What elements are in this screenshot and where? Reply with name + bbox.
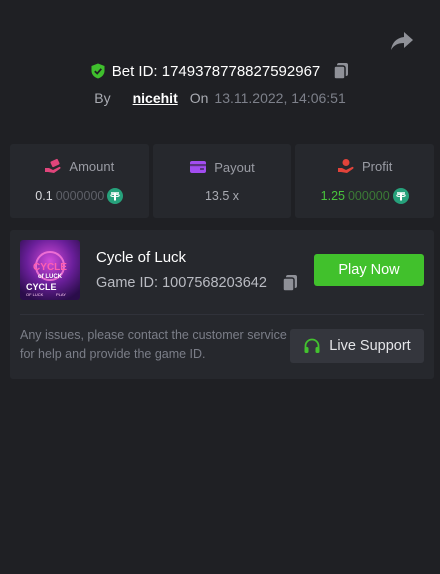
live-support-button[interactable]: Live Support [290,329,424,363]
game-thumbnail[interactable]: CYCLE of LUCK CYCLE OF LUCK PLAY [20,240,80,300]
svg-text:of LUCK: of LUCK [38,274,63,280]
stat-amount: Amount 0.1 0000000 [10,144,149,218]
stat-payout: Payout 13.5 x [152,144,292,218]
payout-label: Payout [214,159,255,175]
stat-profit: Profit 1.25 000000 [295,144,435,218]
wallet-icon [190,161,207,173]
verified-shield-icon [91,63,105,79]
game-card: CYCLE of LUCK CYCLE OF LUCK PLAY Cycle o… [10,230,434,379]
play-now-button[interactable]: Play Now [314,254,424,286]
on-label: On [189,90,209,106]
tether-icon [392,188,409,204]
by-label: By [94,90,111,106]
profit-value-main: 1.25 [320,189,345,203]
profit-label: Profit [362,158,393,174]
live-support-label: Live Support [329,338,411,354]
bet-author-row: By nicehit On 13.11.2022, 14:06:51 [0,90,440,106]
hand-coin-icon [338,159,354,173]
support-message: Any issues, please contact the customer … [20,328,287,361]
amount-value-main: 0.1 [35,189,53,203]
share-button[interactable] [390,30,414,52]
game-id-row: Game ID: 1007568203642 [96,274,299,292]
hand-money-icon [45,158,61,173]
svg-text:PLAY: PLAY [56,292,66,297]
share-icon [391,32,413,50]
bet-id-label: Bet ID: 1749378778827592967 [111,62,321,80]
game-thumbnail-art: CYCLE of LUCK CYCLE OF LUCK PLAY [20,240,80,300]
tether-icon [107,188,124,204]
copy-game-id-icon[interactable] [281,274,299,292]
headset-icon [304,338,320,353]
amount-label: Amount [69,158,115,174]
copy-bet-id-icon[interactable] [332,62,350,80]
bet-stats: Amount 0.1 0000000 Payout 13.5 x Profit … [10,144,435,218]
bet-id-row: Bet ID: 1749378778827592967 [0,62,440,80]
game-id: Game ID: 1007568203642 [96,275,267,291]
svg-text:CYCLE: CYCLE [33,262,67,273]
svg-text:OF LUCK: OF LUCK [26,292,44,297]
game-title: Cycle of Luck [96,249,187,266]
divider [20,314,424,315]
username-link[interactable]: nicehit [133,90,178,106]
profit-value-rest: 000000 [347,189,390,203]
amount-value-rest: 0000000 [55,189,105,203]
payout-value: 13.5 x [204,189,240,203]
bet-datetime: 13.11.2022, 14:06:51 [214,90,346,106]
svg-text:CYCLE: CYCLE [26,282,57,292]
